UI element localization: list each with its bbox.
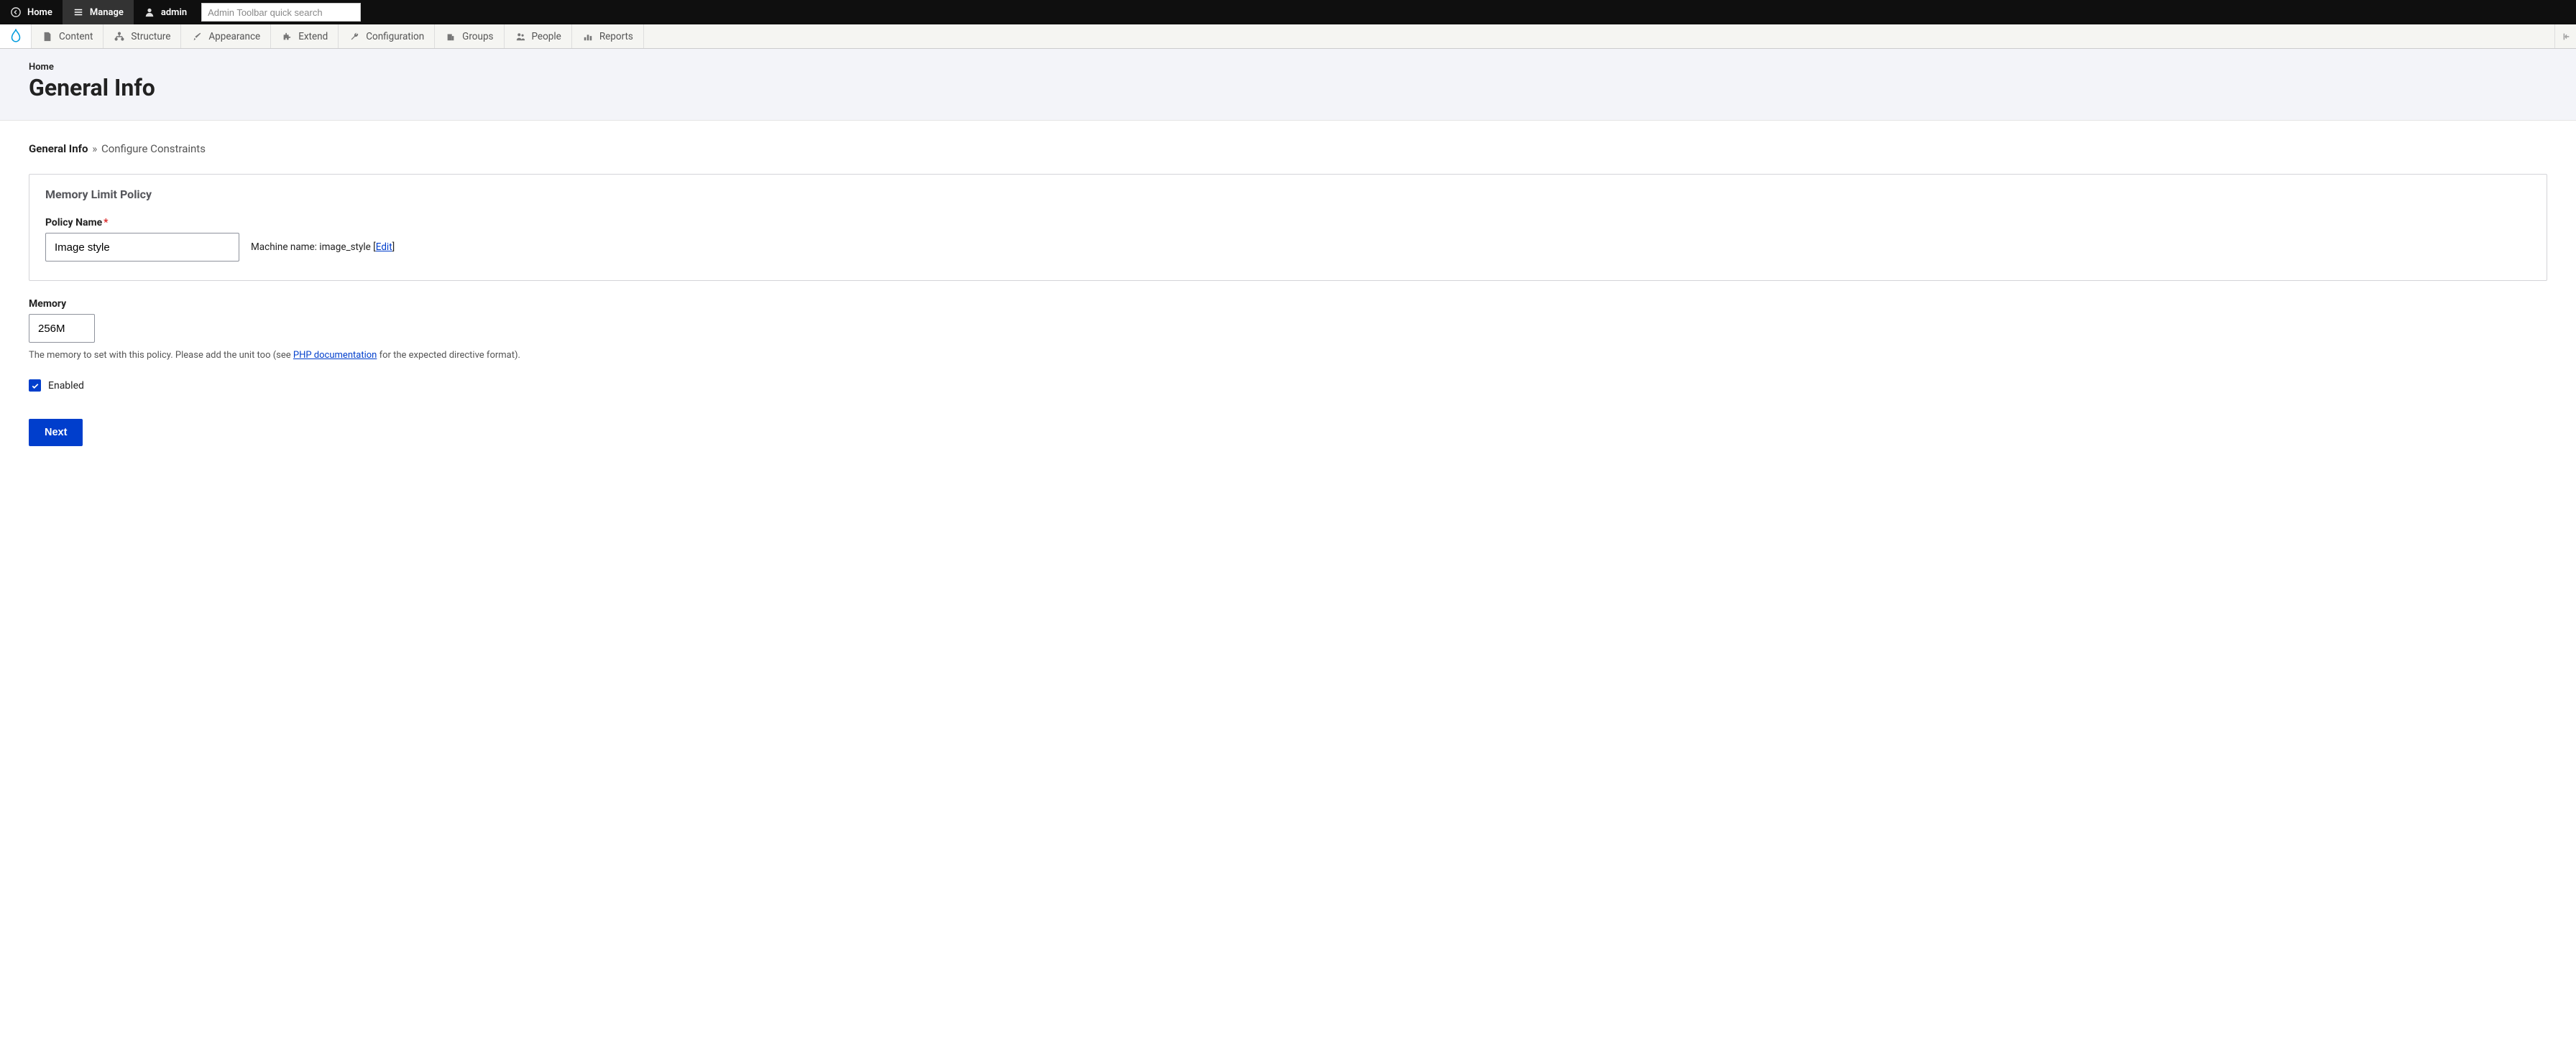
drupal-logo[interactable] — [0, 24, 32, 48]
menu-label: Content — [59, 31, 93, 42]
enabled-label[interactable]: Enabled — [48, 380, 84, 392]
paintbrush-icon — [191, 31, 203, 42]
puzzle-icon — [281, 31, 293, 42]
menu-configuration[interactable]: Configuration — [339, 24, 435, 48]
php-documentation-link[interactable]: PHP documentation — [293, 350, 377, 361]
memory-input[interactable] — [29, 314, 95, 343]
file-icon — [42, 31, 53, 42]
toolbar-user-label: admin — [161, 7, 187, 18]
memory-item: Memory The memory to set with this polic… — [29, 298, 2547, 361]
wizard-current-step: General Info — [29, 142, 88, 155]
wizard-separator: » — [92, 142, 97, 155]
toolbar-user[interactable]: admin — [134, 0, 197, 24]
menu-people[interactable]: People — [505, 24, 572, 48]
fieldset-legend: Memory Limit Policy — [45, 188, 2531, 201]
menu-extend[interactable]: Extend — [271, 24, 339, 48]
building-icon — [445, 31, 456, 42]
policy-name-item: Policy Name* Machine name: image_style [… — [45, 217, 2531, 262]
enabled-checkbox[interactable] — [29, 379, 41, 392]
next-button[interactable]: Next — [29, 419, 83, 446]
policy-name-label: Policy Name* — [45, 217, 2531, 228]
menu-label: People — [532, 31, 561, 42]
machine-name-display: Machine name: image_style [Edit] — [251, 241, 395, 253]
machine-name-edit-link[interactable]: Edit — [376, 241, 392, 253]
toolbar-search-input[interactable] — [201, 3, 361, 22]
required-mark: * — [104, 217, 108, 228]
memory-label: Memory — [29, 298, 2547, 310]
toolbar-manage[interactable]: Manage — [63, 0, 134, 24]
toolbar-home-label: Home — [27, 7, 52, 18]
content-region: General Info » Configure Constraints Mem… — [0, 121, 2576, 468]
enabled-item: Enabled — [29, 379, 2547, 392]
menu-label: Groups — [462, 31, 493, 42]
menu-appearance[interactable]: Appearance — [181, 24, 271, 48]
back-icon — [10, 6, 22, 18]
menu-label: Appearance — [208, 31, 260, 42]
policy-name-input[interactable] — [45, 233, 239, 262]
menu-groups[interactable]: Groups — [435, 24, 504, 48]
menu-label: Extend — [298, 31, 328, 42]
admin-menu: Content Structure Appearance Extend Conf… — [0, 24, 2576, 49]
chart-icon — [582, 31, 594, 42]
toolbar-manage-label: Manage — [90, 7, 124, 18]
region-header: Home General Info — [0, 49, 2576, 121]
menu-reports[interactable]: Reports — [572, 24, 644, 48]
wizard-breadcrumbs: General Info » Configure Constraints — [29, 142, 2547, 155]
hierarchy-icon — [114, 31, 125, 42]
menu-content[interactable]: Content — [32, 24, 104, 48]
wrench-icon — [349, 31, 360, 42]
admin-top-toolbar: Home Manage admin — [0, 0, 2576, 24]
menu-label: Reports — [599, 31, 633, 42]
machine-name-value: image_style — [319, 241, 371, 253]
hamburger-icon — [73, 6, 84, 18]
memory-limit-policy-fieldset: Memory Limit Policy Policy Name* Machine… — [29, 174, 2547, 281]
user-icon — [144, 6, 155, 18]
menu-label: Configuration — [366, 31, 424, 42]
toolbar-home[interactable]: Home — [0, 0, 63, 24]
menu-label: Structure — [131, 31, 170, 42]
menu-structure[interactable]: Structure — [104, 24, 181, 48]
wizard-next-step: Configure Constraints — [101, 142, 206, 155]
toolbar-search-wrap — [197, 0, 365, 24]
people-icon — [515, 31, 526, 42]
page-title: General Info — [29, 74, 2547, 101]
memory-description: The memory to set with this policy. Plea… — [29, 350, 2547, 361]
breadcrumb[interactable]: Home — [29, 62, 2547, 73]
toolbar-collapse[interactable] — [2554, 24, 2576, 48]
